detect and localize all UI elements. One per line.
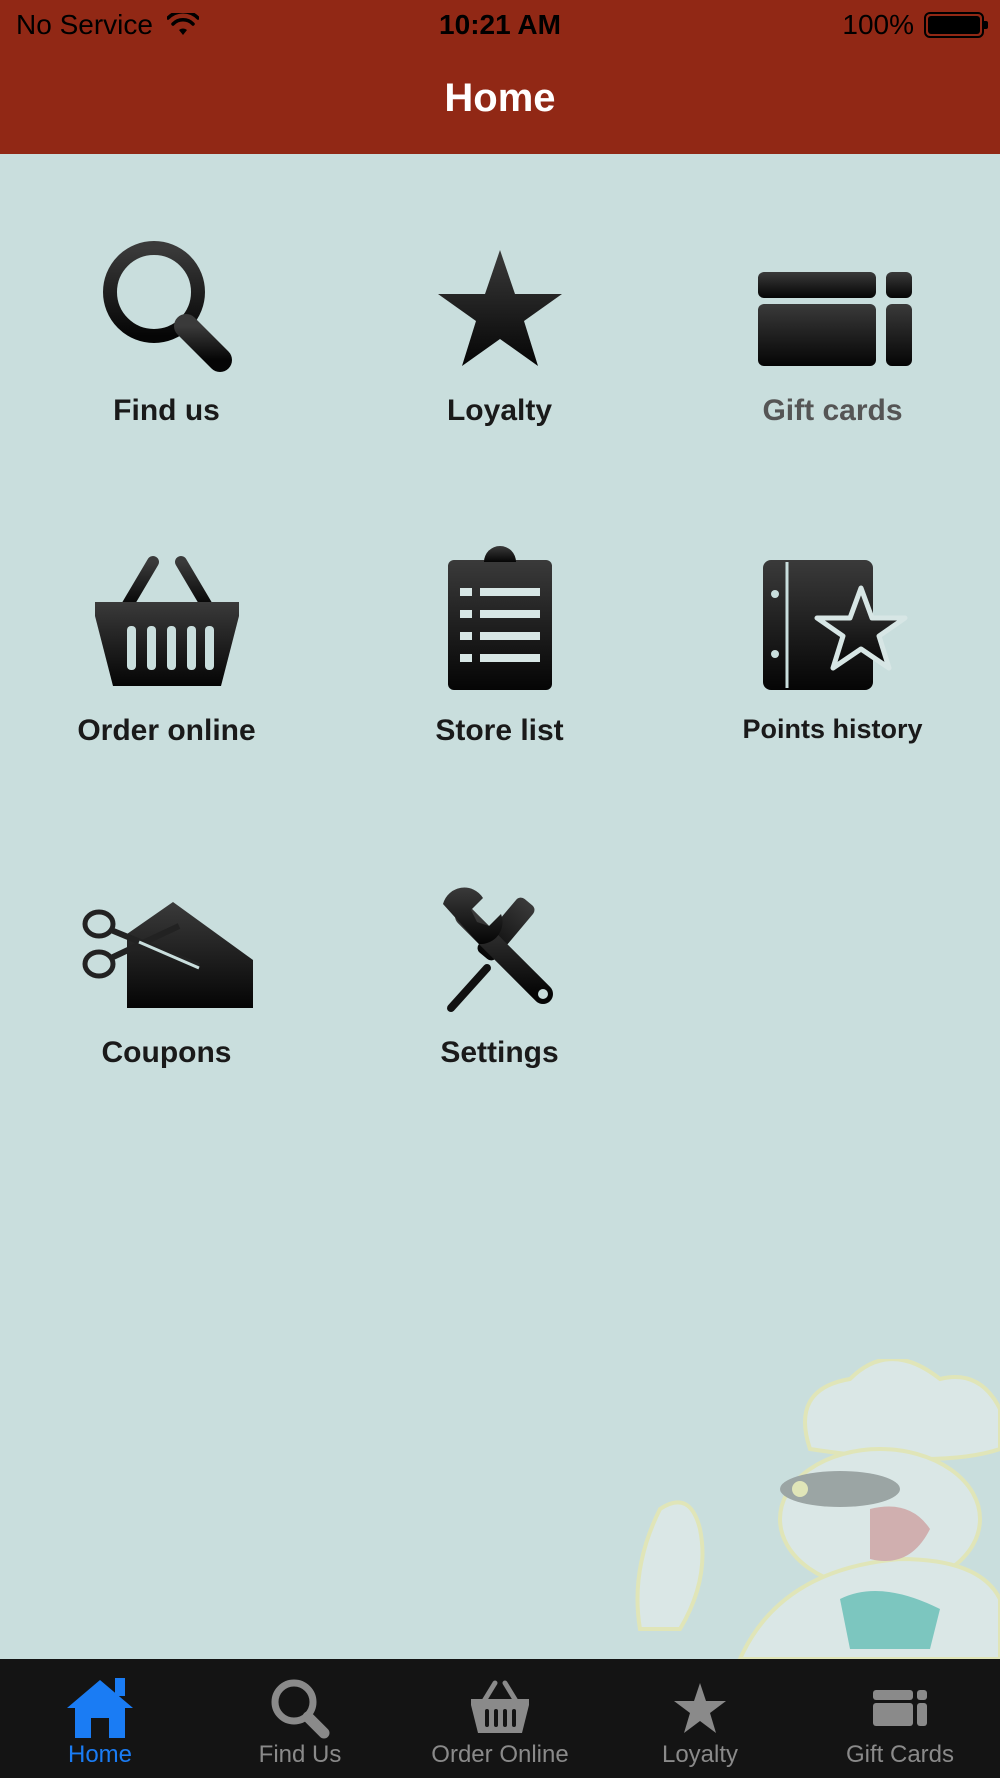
basket-icon bbox=[94, 556, 239, 686]
wrench-screwdriver-icon bbox=[442, 887, 553, 1012]
tab-label: Find Us bbox=[258, 1741, 342, 1768]
tile-store-list[interactable]: Store list bbox=[333, 544, 666, 784]
star-icon bbox=[437, 250, 562, 366]
tile-gift-cards[interactable]: Gift cards bbox=[666, 224, 999, 464]
tile-label: Loyalty bbox=[446, 394, 553, 427]
tile-label: Coupons bbox=[101, 1036, 232, 1069]
tab-gift-cards[interactable]: Gift Cards bbox=[800, 1659, 1000, 1778]
basket-icon bbox=[471, 1680, 529, 1733]
tab-label: Gift Cards bbox=[845, 1741, 955, 1768]
scissors-coupon-icon bbox=[82, 902, 253, 1008]
battery-percent: 100% bbox=[842, 9, 914, 40]
home-icon bbox=[67, 1678, 133, 1738]
magnifier-icon bbox=[271, 1679, 330, 1739]
tab-bar: Home Find Us Order Online Loyalty Gift C… bbox=[0, 1659, 1000, 1778]
tile-label: Points history bbox=[742, 714, 923, 744]
tile-coupons[interactable]: Coupons bbox=[0, 866, 333, 1106]
tab-label: Home bbox=[67, 1741, 133, 1768]
tab-label: Loyalty bbox=[661, 1741, 739, 1768]
page-title: Home bbox=[444, 76, 556, 120]
clipboard-list-icon bbox=[447, 546, 552, 690]
battery-icon bbox=[924, 12, 988, 38]
chef-mascot-image bbox=[635, 1359, 1000, 1659]
tile-order-online[interactable]: Order online bbox=[0, 544, 333, 784]
home-grid: Find us Loyalty Gift cards Order online … bbox=[0, 154, 1000, 1659]
tile-label: Order online bbox=[77, 714, 256, 747]
nav-bar: Home bbox=[0, 50, 1000, 154]
status-bar: No Service 10:21 AM 100% bbox=[0, 0, 1000, 50]
status-right: 100% bbox=[842, 9, 988, 41]
tile-settings[interactable]: Settings bbox=[333, 866, 666, 1106]
gift-card-icon bbox=[757, 272, 912, 366]
star-icon bbox=[674, 1683, 726, 1733]
magnifier-icon bbox=[102, 241, 232, 372]
tile-label: Find us bbox=[113, 394, 220, 427]
tab-home[interactable]: Home bbox=[0, 1659, 200, 1778]
tile-label: Settings bbox=[440, 1036, 559, 1069]
tile-label: Gift cards bbox=[762, 394, 903, 427]
tab-find-us[interactable]: Find Us bbox=[200, 1659, 400, 1778]
tile-points-history[interactable]: Points history bbox=[666, 544, 999, 784]
tile-label: Store list bbox=[435, 714, 564, 747]
gift-card-icon bbox=[873, 1690, 927, 1726]
tab-order-online[interactable]: Order Online bbox=[400, 1659, 600, 1778]
tile-find-us[interactable]: Find us bbox=[0, 224, 333, 464]
tile-loyalty[interactable]: Loyalty bbox=[333, 224, 666, 464]
tab-loyalty[interactable]: Loyalty bbox=[600, 1659, 800, 1778]
book-star-icon bbox=[762, 560, 907, 690]
tab-label: Order Online bbox=[431, 1741, 569, 1768]
